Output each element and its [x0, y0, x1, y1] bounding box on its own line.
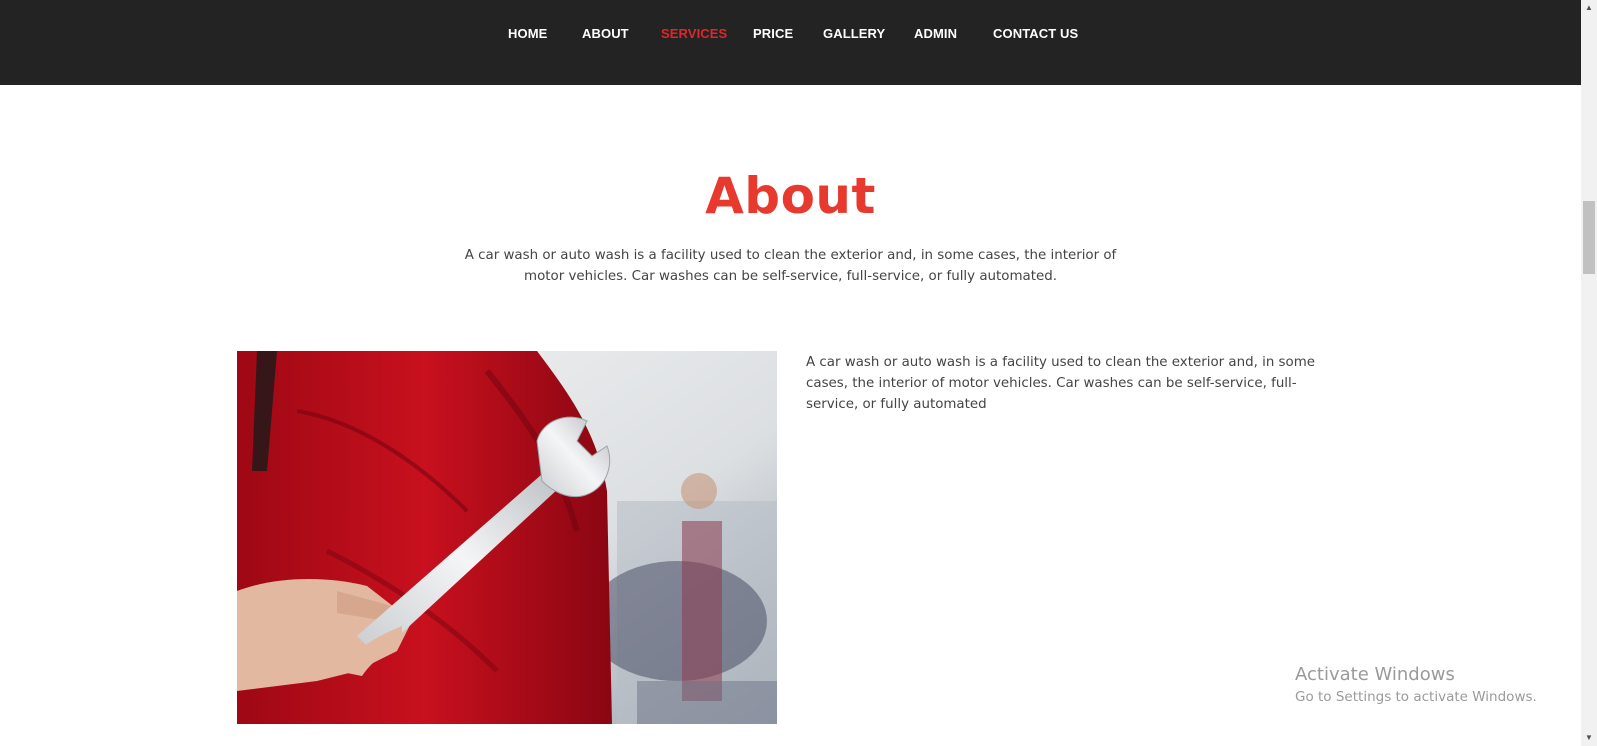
windows-activation-watermark: Activate Windows Go to Settings to activ…	[1295, 663, 1537, 707]
nav-item-price[interactable]: PRICE	[753, 26, 793, 41]
mechanic-photo	[237, 351, 777, 724]
scroll-down-arrow-icon[interactable]: ▼	[1581, 730, 1597, 746]
mechanic-with-wrench-icon	[237, 351, 777, 724]
watermark-title: Activate Windows	[1295, 664, 1455, 685]
about-intro-text: A car wash or auto wash is a facility us…	[464, 248, 1117, 284]
about-title: About	[705, 167, 876, 225]
nav-item-admin[interactable]: ADMIN	[914, 26, 957, 41]
about-section: About A car wash or auto wash is a facil…	[0, 85, 1581, 746]
top-navbar: HOME ABOUT SERVICES PRICE GALLERY ADMIN …	[0, 0, 1581, 85]
nav-item-about[interactable]: ABOUT	[582, 26, 629, 41]
nav-item-contact-us[interactable]: CONTACT US	[993, 26, 1078, 41]
nav-item-gallery[interactable]: GALLERY	[823, 26, 885, 41]
scroll-up-arrow-icon[interactable]: ▲	[1581, 0, 1597, 16]
watermark-subtitle: Go to Settings to activate Windows.	[1295, 689, 1537, 705]
scroll-thumb[interactable]	[1583, 201, 1595, 274]
about-body-text: A car wash or auto wash is a facility us…	[806, 355, 1316, 412]
vertical-scrollbar[interactable]: ▲ ▼	[1581, 0, 1597, 746]
nav-item-services[interactable]: SERVICES	[661, 26, 727, 41]
nav-item-home[interactable]: HOME	[508, 26, 547, 41]
nav-menu: HOME ABOUT SERVICES PRICE GALLERY ADMIN …	[0, 0, 1581, 70]
